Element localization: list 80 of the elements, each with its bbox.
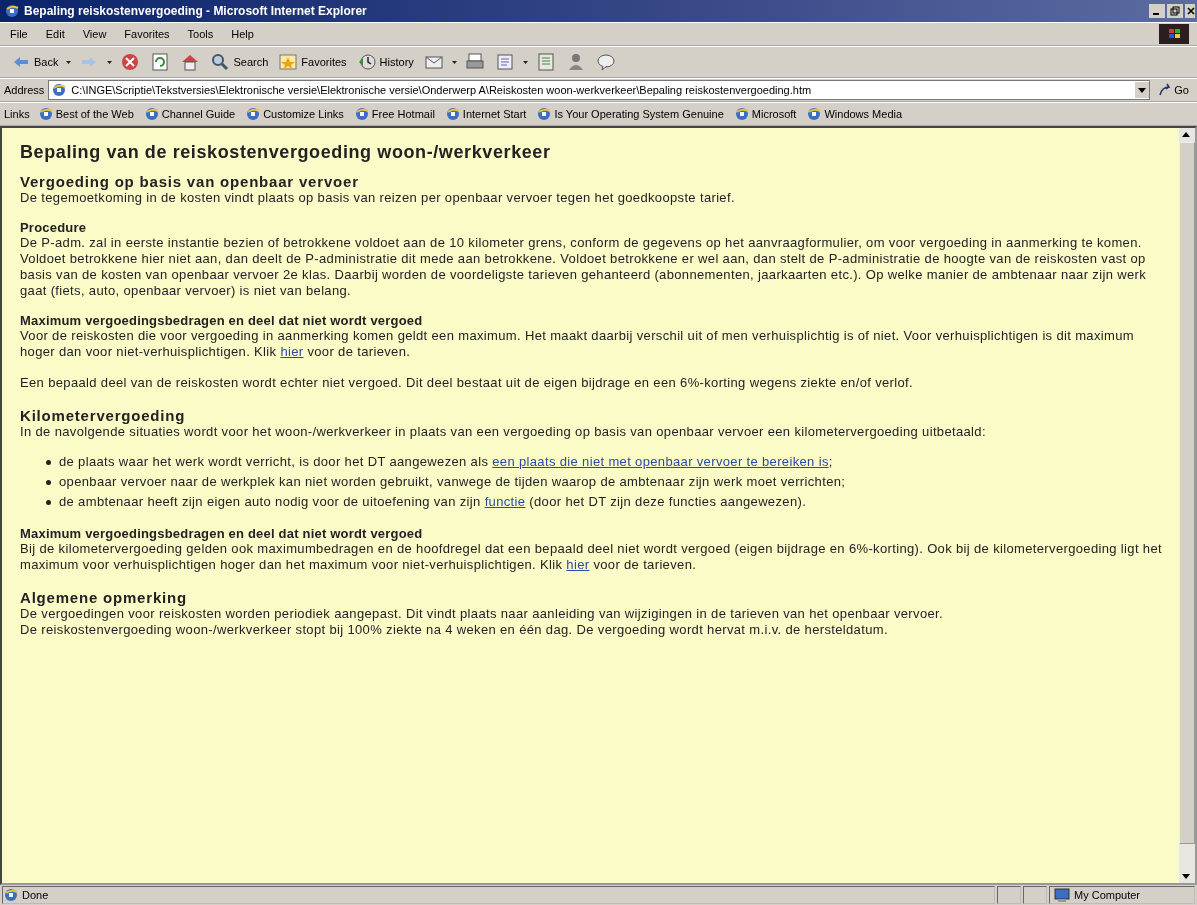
page-icon — [3, 887, 19, 903]
page-icon — [444, 106, 461, 122]
edit-icon — [494, 52, 515, 72]
link-button[interactable]: Free Hotmail — [351, 106, 437, 122]
print-icon — [464, 52, 485, 72]
bullet-icon — [46, 480, 51, 485]
menu-item[interactable]: View — [80, 26, 109, 42]
page-icon — [806, 106, 823, 122]
paragraph: De vergoedingen voor reiskosten worden periodiek aangepast. Dit vindt plaats naar aanleiding van wijzigingen in de tarieven van het openbaar vervoer. — [20, 606, 944, 622]
menu-item[interactable]: Help — [229, 26, 256, 42]
paragraph: Een bepaald deel van de reiskosten wordt echter niet vergoed. Dit deel bestaat uit de eigen bijdrage en een 6%-korting wegens ziekte en/of verlof. — [20, 375, 915, 391]
security-zone: My Computer — [1049, 886, 1195, 904]
page-icon — [37, 106, 54, 122]
menu-item[interactable]: Favorites — [122, 26, 172, 42]
link-button[interactable]: Is Your Operating System Genuine — [534, 106, 726, 122]
menu-item[interactable]: Tools — [185, 26, 216, 42]
paragraph: Voldoet betrokkene hier niet aan, dan deelt de P-administratie dit mede aan betrokkene. Voldoet betrokkene er wel aan, dan stelt de P-administratie de hoogte van de reiskosten vast op basis van de kosten van openbaar vervoer 2e klas. Daarbij worden de voordeligste tarieven gehanteerd (abonnementen, jaarkaarten etc.). Op welke manier de ambtenaar naar zijn werk gaat (fiets, auto, openbaar vervoer) is niet van belang. — [20, 251, 1148, 299]
link-button[interactable]: Microsoft — [731, 106, 799, 122]
arrow-icon — [1158, 83, 1173, 97]
status-pane — [997, 886, 1021, 904]
restore-icon[interactable] — [1167, 4, 1183, 18]
page-heading: Bepaling van de reiskostenvergoeding woon-/werkverkeer — [20, 142, 552, 163]
bullet-icon — [46, 500, 51, 505]
link-button[interactable]: Windows Media — [804, 106, 905, 122]
page-icon — [733, 106, 750, 122]
paragraph: Bij de kilometervergoeding gelden ook maximumbedragen en de hoofdregel dat een bepaald deel niet wordt vergoed (eigen bijdrage en 6%-korting). Ook bij de kilometervergoeding ligt het maximum voor verhuisplichtigen hoger dan het maximum voor niet-verhuisplichtigen. Klik hier voor de tarieven. — [20, 541, 1163, 573]
links-label: Links — [4, 108, 30, 120]
discuss-icon — [535, 52, 556, 72]
section-heading: Kilometervergoeding — [20, 407, 187, 424]
windows-logo-icon[interactable] — [1159, 24, 1189, 44]
link[interactable]: een plaats die niet met openbaar vervoer te bereiken is — [492, 454, 829, 469]
history-button[interactable]: History — [353, 50, 417, 74]
subsection-heading: Maximum vergoedingsbedragen en deel dat niet wordt vergoed — [20, 526, 424, 541]
address-label: Address — [4, 84, 45, 96]
paragraph: De tegemoetkoming in de kosten vindt plaats op basis van reizen per openbaar vervoer tegen het goedkoopste tarief. — [20, 190, 736, 206]
favorites-icon — [278, 52, 299, 72]
paragraph: Voor de reiskosten die voor vergoeding in aanmerking komen geldt een maximum. Het maakt daarbij verschil uit of men verhuisplichtig is of niet. Voor verhuisplichtigen is dit maximum hoger dan voor niet-verhuisplichtigen. Klik hier voor de tarieven. — [20, 328, 1135, 360]
computer-icon — [1054, 887, 1070, 903]
address-field[interactable]: C:\INGE\Scriptie\Tekstversies\Elektronische versie\Elektronische versie\Onderwerp A\Reiskosten woon-werkverkeer\Bepaling reiskostenvergoeding.htm — [48, 80, 1151, 100]
address-text: C:\INGE\Scriptie\Tekstversies\Elektronische versie\Elektronische versie\Onderwerp A\Reiskosten woon-werkverkeer\Bepaling reiskostenvergoeding.htm — [71, 84, 813, 96]
status-text: Done — [2, 886, 995, 904]
page-icon — [353, 106, 370, 122]
subsection-heading: Maximum vergoedingsbedragen en deel dat niet wordt vergoed — [20, 313, 424, 328]
stop-icon — [120, 52, 141, 72]
favorites-button[interactable]: Favorites — [275, 50, 350, 74]
search-icon — [210, 52, 231, 72]
link-button[interactable]: Best of the Web — [35, 106, 136, 122]
back-button[interactable]: Back — [8, 50, 62, 74]
bullet-icon — [46, 460, 51, 465]
close-icon[interactable] — [1185, 4, 1195, 18]
paragraph: De P-adm. zal in eerste instantie bezien of betrokkene voldoet aan de 10 kilometer grens, conform de gegevens op het aanvraagformulier, om voor vergoeding in aanmerking te komen. — [20, 235, 1143, 251]
list-item: de plaats waar het werk wordt verricht, is door het DT aangewezen als een plaats die niet met openbaar vervoer te bereiken is; — [59, 453, 833, 471]
section-heading: Vergoeding op basis van openbaar vervoer — [20, 173, 360, 190]
browser-icon[interactable] — [4, 3, 20, 19]
refresh-icon — [150, 52, 171, 72]
search-button[interactable]: Search — [207, 50, 272, 74]
list-item: openbaar vervoer naar de werkplek kan niet worden gebruikt, vanwege de tijden waarop de ambtenaar zijn werk moet verrichten; — [59, 473, 846, 491]
link[interactable]: hier — [280, 344, 304, 359]
menu-item[interactable]: Edit — [43, 26, 67, 42]
section-heading: Algemene opmerking — [20, 589, 188, 606]
window-title: Bepaling reiskostenvergoeding - Microsoft Internet Explorer — [24, 4, 368, 18]
link[interactable]: functie — [484, 494, 526, 509]
page-icon — [143, 106, 160, 122]
list-item: de ambtenaar heeft zijn eigen auto nodig voor de uitoefening van zijn functie (door het DT zijn deze functies aangewezen). — [59, 493, 807, 511]
page-icon — [245, 106, 262, 122]
discussion-icon — [595, 52, 616, 72]
link-button[interactable]: Internet Start — [442, 106, 529, 122]
dropdown-icon[interactable] — [1135, 82, 1150, 98]
go-button[interactable]: Go — [1154, 83, 1193, 97]
page-icon — [51, 82, 68, 98]
link-button[interactable]: Channel Guide — [141, 106, 238, 122]
paragraph: De reiskostenvergoeding woon-/werkverkeer stopt bij 100% ziekte na 4 weken en één dag. De vergoeding wordt hervat m.i.v. de hersteldatum. — [20, 622, 889, 638]
link[interactable]: hier — [566, 557, 590, 572]
subsection-heading: Procedure — [20, 220, 88, 235]
minimize-icon[interactable] — [1149, 4, 1165, 18]
link-button[interactable]: Customize Links — [243, 106, 346, 122]
paragraph: In de navolgende situaties wordt voor het woon-/werkverkeer in plaats van een vergoeding op basis van openbaar vervoer een kilometervergoeding uitbetaald: — [20, 424, 987, 440]
page-icon — [536, 106, 553, 122]
status-pane — [1023, 886, 1047, 904]
menu-item[interactable]: File — [8, 26, 30, 42]
